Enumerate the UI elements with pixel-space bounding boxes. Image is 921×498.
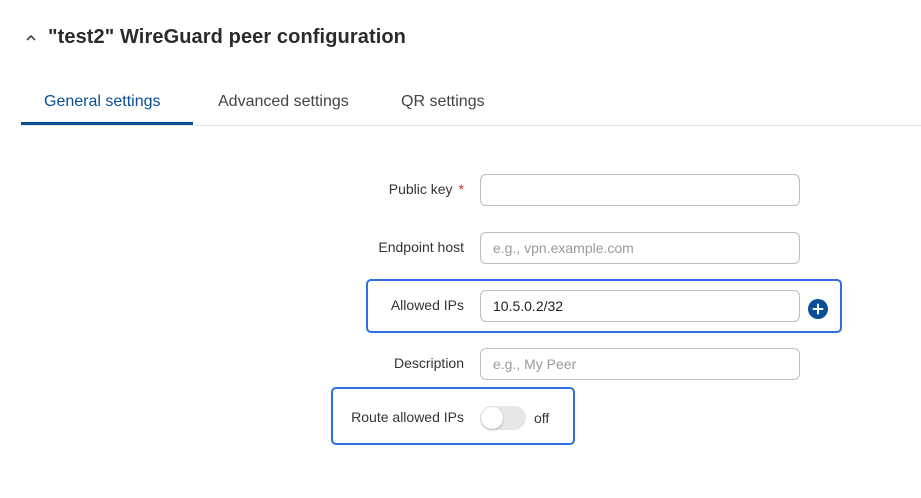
description-input[interactable] bbox=[480, 348, 800, 380]
page-title: "test2" WireGuard peer configuration bbox=[48, 26, 406, 48]
public-key-label: Public key * bbox=[300, 181, 464, 197]
active-tab-indicator bbox=[21, 122, 193, 125]
route-allowed-ips-label: Route allowed IPs bbox=[351, 409, 464, 425]
tab-general-settings[interactable]: General settings bbox=[44, 93, 161, 111]
tab-qr-settings[interactable]: QR settings bbox=[401, 93, 485, 111]
required-asterisk: * bbox=[458, 181, 464, 197]
tab-advanced-settings[interactable]: Advanced settings bbox=[218, 93, 349, 111]
chevron-up-icon[interactable] bbox=[24, 31, 38, 45]
description-label: Description bbox=[393, 355, 464, 371]
tab-bar-divider bbox=[21, 125, 921, 126]
toggle-state-text: off bbox=[534, 410, 550, 426]
public-key-label-text: Public key bbox=[388, 181, 453, 197]
endpoint-host-input[interactable] bbox=[480, 232, 800, 264]
tab-bar: General settings Advanced settings QR se… bbox=[21, 80, 921, 126]
allowed-ips-label: Allowed IPs bbox=[390, 297, 464, 313]
section-header[interactable]: "test2" WireGuard peer configuration bbox=[24, 26, 406, 49]
toggle-knob bbox=[481, 407, 503, 429]
public-key-input[interactable] bbox=[480, 174, 800, 206]
endpoint-host-label: Endpoint host bbox=[378, 239, 464, 255]
plus-circle-icon[interactable] bbox=[808, 299, 828, 319]
route-allowed-ips-toggle[interactable] bbox=[480, 406, 526, 430]
allowed-ips-input[interactable] bbox=[480, 290, 800, 322]
